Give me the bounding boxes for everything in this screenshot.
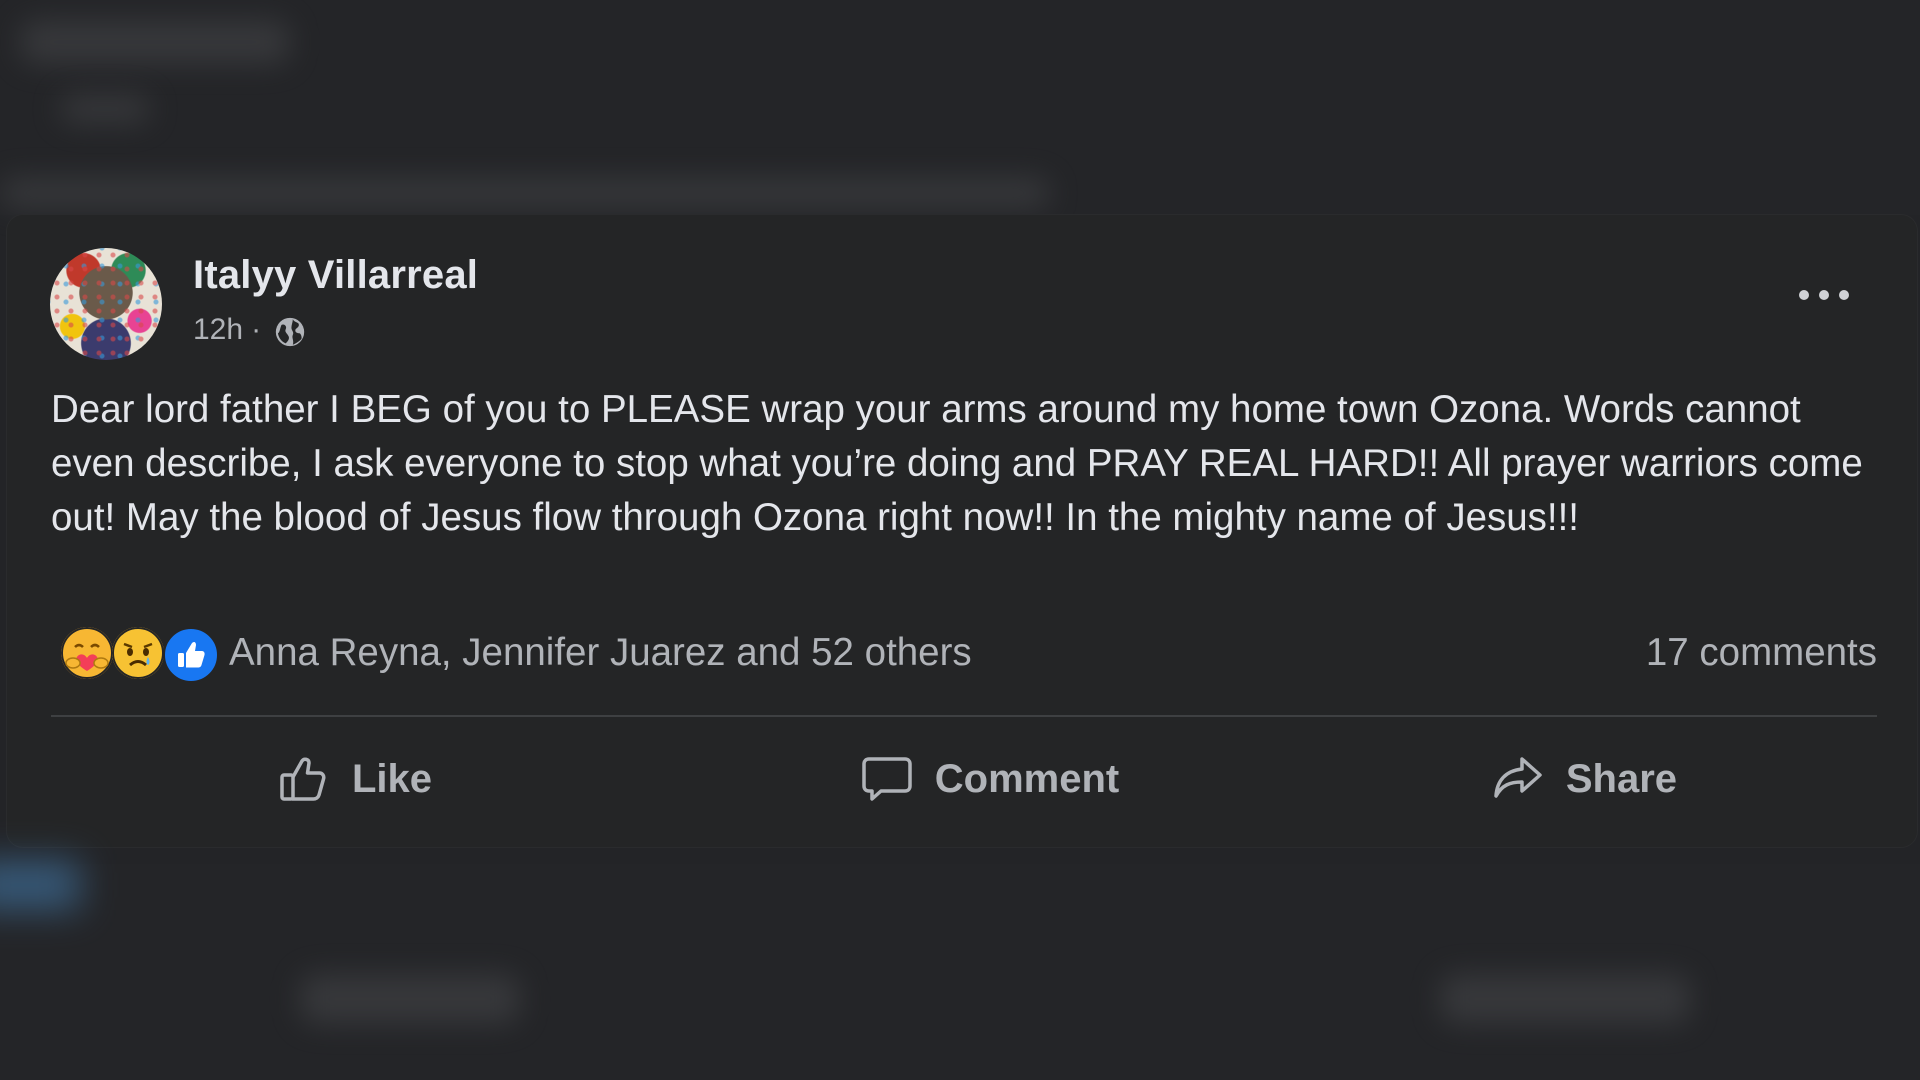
screen: Italyy Villarreal 12h · Dear lord father… xyxy=(0,0,1920,1080)
blurred-previous-content xyxy=(0,0,1920,215)
avatar-pattern xyxy=(50,248,162,360)
author-name[interactable]: Italyy Villarreal xyxy=(193,253,478,298)
care-reaction-icon xyxy=(61,627,113,679)
like-label: Like xyxy=(352,756,433,801)
share-arrow-icon xyxy=(1494,757,1542,798)
author-avatar[interactable] xyxy=(50,248,162,360)
comment-button[interactable]: Comment xyxy=(735,735,1219,823)
post-actions-bar: Like Comment Share xyxy=(51,735,1877,823)
post-body-text: Dear lord father I BEG of you to PLEASE … xyxy=(51,388,1863,539)
reaction-names[interactable]: Anna Reyna, Jennifer Juarez and 52 other… xyxy=(229,631,972,675)
actions-divider xyxy=(51,715,1877,717)
blurred-next-content xyxy=(0,864,1920,1080)
more-dot xyxy=(1839,290,1849,300)
post-card: Italyy Villarreal 12h · Dear lord father… xyxy=(7,215,1917,847)
reactions-summary: Anna Reyna, Jennifer Juarez and 52 other… xyxy=(51,623,1877,683)
post-timestamp[interactable]: 12h xyxy=(193,313,243,347)
more-dot xyxy=(1819,290,1829,300)
comment-label: Comment xyxy=(934,756,1120,801)
share-label: Share xyxy=(1565,756,1678,801)
blurred-share-action xyxy=(1440,974,1690,1024)
comments-count[interactable]: 17 comments xyxy=(1646,631,1877,675)
share-button[interactable]: Share xyxy=(1218,735,1877,823)
blurred-text-line xyxy=(0,178,1050,208)
blurred-like-action xyxy=(300,974,520,1024)
comment-bubble-icon xyxy=(862,757,912,801)
thumbs-up-icon xyxy=(280,757,326,801)
globe-icon xyxy=(275,317,305,347)
blurred-header-text xyxy=(20,20,290,64)
like-reaction-icon xyxy=(163,627,219,683)
sad-reaction-icon xyxy=(112,627,164,679)
meta-separator: · xyxy=(251,313,262,346)
more-options-icon[interactable] xyxy=(1799,285,1849,305)
like-button[interactable]: Like xyxy=(51,735,735,823)
blurred-accent xyxy=(0,860,80,910)
reaction-icons[interactable] xyxy=(51,625,221,683)
post-meta: 12h · xyxy=(193,311,307,349)
more-dot xyxy=(1799,290,1809,300)
blurred-subtext xyxy=(60,95,150,123)
